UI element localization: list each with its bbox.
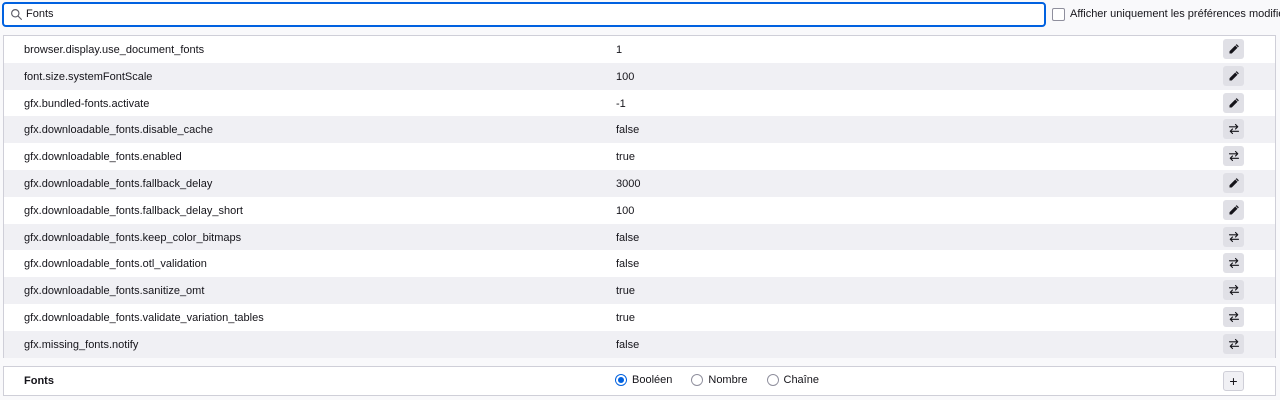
preference-value: 100 xyxy=(616,70,635,83)
type-label-boolean[interactable]: Booléen xyxy=(632,374,672,386)
preference-value: 100 xyxy=(616,204,635,217)
type-radio-group: Booléen Nombre Chaîne xyxy=(615,374,838,386)
toggle-button[interactable] xyxy=(1223,280,1244,301)
toggle-button[interactable] xyxy=(1223,306,1244,327)
radio-string[interactable] xyxy=(766,374,779,386)
edit-icon xyxy=(1228,70,1240,82)
preference-name: gfx.downloadable_fonts.enabled xyxy=(24,151,182,164)
edit-icon xyxy=(1228,97,1240,109)
toggle-button[interactable] xyxy=(1223,119,1244,140)
toggle-icon xyxy=(1228,311,1240,323)
preference-name: gfx.downloadable_fonts.otl_validation xyxy=(24,258,207,271)
edit-button[interactable] xyxy=(1223,39,1244,59)
toggle-icon xyxy=(1228,284,1240,296)
add-preference-button[interactable]: + xyxy=(1223,371,1244,391)
toggle-button[interactable] xyxy=(1223,253,1244,274)
edit-button[interactable] xyxy=(1223,199,1244,220)
toggle-icon xyxy=(1228,257,1240,269)
type-option-string[interactable]: Chaîne xyxy=(766,374,819,386)
preference-value: true xyxy=(616,285,635,298)
table-row[interactable]: gfx.downloadable_fonts.validate_variatio… xyxy=(4,304,1275,331)
edit-button[interactable] xyxy=(1223,65,1244,86)
preference-value: 3000 xyxy=(616,177,641,190)
search-input-value[interactable]: Fonts xyxy=(26,8,54,20)
table-row[interactable]: gfx.bundled-fonts.activate -1 xyxy=(4,90,1275,117)
edit-button[interactable] xyxy=(1223,172,1244,193)
radio-boolean[interactable] xyxy=(615,374,627,386)
radio-number[interactable] xyxy=(691,374,704,386)
preference-value: true xyxy=(616,151,635,164)
preference-name: gfx.downloadable_fonts.disable_cache xyxy=(24,124,213,137)
table-row[interactable]: gfx.downloadable_fonts.fallback_delay_sh… xyxy=(4,197,1275,224)
table-row[interactable]: gfx.downloadable_fonts.sanitize_omt true xyxy=(4,277,1275,304)
toggle-button[interactable] xyxy=(1223,226,1244,247)
edit-icon xyxy=(1228,204,1240,216)
preference-name: gfx.downloadable_fonts.fallback_delay xyxy=(24,177,213,190)
table-row[interactable]: gfx.downloadable_fonts.disable_cache fals… xyxy=(4,116,1275,144)
table-row[interactable]: gfx.missing_fonts.notify false xyxy=(4,330,1275,358)
new-preference-name: Fonts xyxy=(24,375,54,387)
toggle-icon xyxy=(1228,150,1240,162)
type-option-boolean[interactable]: Booléen xyxy=(615,374,672,386)
toggle-icon xyxy=(1228,123,1240,135)
edit-icon xyxy=(1228,43,1240,55)
preference-value: true xyxy=(616,311,635,324)
show-modified-toggle[interactable]: Afficher uniquement les préférences modi… xyxy=(1052,6,1280,22)
table-row[interactable]: font.size.systemFontScale 100 xyxy=(4,62,1275,90)
search-input[interactable]: Fonts xyxy=(2,2,1046,27)
table-row[interactable]: gfx.downloadable_fonts.enabled true xyxy=(4,143,1275,170)
table-row[interactable]: gfx.downloadable_fonts.fallback_delay 300… xyxy=(4,169,1275,197)
preference-value: false xyxy=(616,231,640,244)
toggle-icon xyxy=(1228,231,1240,243)
preferences-table: browser.display.use_document_fonts 1 font.… xyxy=(3,35,1276,358)
preference-name: gfx.downloadable_fonts.validate_variatio… xyxy=(24,311,264,324)
preference-name: gfx.downloadable_fonts.fallback_delay_sh… xyxy=(24,204,243,217)
new-preference-row: Fonts Booléen Nombre Chaîne + xyxy=(3,366,1276,396)
preference-value: false xyxy=(616,124,640,137)
preference-name: gfx.bundled-fonts.activate xyxy=(24,97,150,110)
search-icon xyxy=(11,9,22,20)
preference-value: false xyxy=(616,258,640,271)
table-row[interactable]: gfx.downloadable_fonts.otl_validation fal… xyxy=(4,250,1275,277)
type-label-number[interactable]: Nombre xyxy=(708,374,747,386)
table-row[interactable]: browser.display.use_document_fonts 1 xyxy=(4,36,1275,63)
edit-button[interactable] xyxy=(1223,92,1244,113)
type-label-string[interactable]: Chaîne xyxy=(784,374,819,386)
preference-value: -1 xyxy=(616,97,626,110)
toggle-icon xyxy=(1228,338,1240,350)
type-option-number[interactable]: Nombre xyxy=(691,374,748,386)
preference-value: 1 xyxy=(616,44,623,56)
edit-icon xyxy=(1228,177,1240,189)
preference-value: false xyxy=(616,338,640,351)
preference-name: gfx.missing_fonts.notify xyxy=(24,338,139,351)
preference-name: gfx.downloadable_fonts.sanitize_omt xyxy=(24,285,205,298)
toggle-button[interactable] xyxy=(1223,146,1244,167)
show-modified-label[interactable]: Afficher uniquement les préférences modi… xyxy=(1070,8,1280,20)
show-modified-checkbox[interactable] xyxy=(1052,7,1065,21)
plus-icon: + xyxy=(1229,373,1238,389)
preference-name: browser.display.use_document_fonts xyxy=(24,44,205,56)
table-row[interactable]: gfx.downloadable_fonts.keep_color_bitmap… xyxy=(4,223,1275,251)
preference-name: font.size.systemFontScale xyxy=(24,70,153,83)
search-bar-area: Fonts Afficher uniquement les préférence… xyxy=(0,0,1280,28)
preference-name: gfx.downloadable_fonts.keep_color_bitmap… xyxy=(24,231,242,244)
toggle-button[interactable] xyxy=(1223,333,1244,354)
